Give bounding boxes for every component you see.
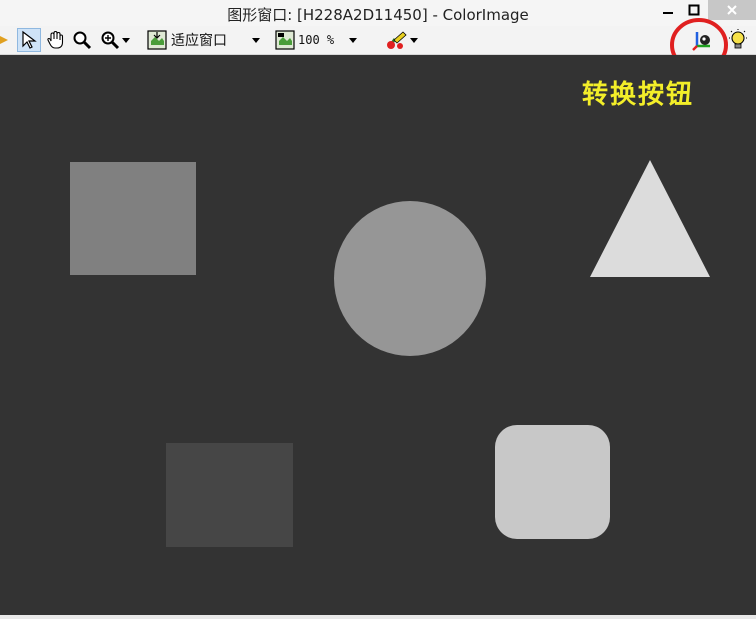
minimize-icon xyxy=(663,12,673,14)
pointer-icon xyxy=(22,30,37,49)
rect-top-left xyxy=(70,162,196,275)
zoom-icon xyxy=(73,31,92,50)
zoom-level-dropdown[interactable]: 100 % xyxy=(274,28,374,52)
status-edge xyxy=(0,615,756,619)
hand-tool-button[interactable] xyxy=(44,28,68,52)
bulb-icon xyxy=(729,29,747,49)
toolbar-item-left-edge[interactable] xyxy=(0,28,10,52)
chevron-down-icon xyxy=(252,38,260,43)
zoom-level-icon xyxy=(275,30,295,50)
triangle-top-right xyxy=(590,160,710,277)
title-bar: 图形窗口: [H228A2D11450] - ColorImage xyxy=(0,0,756,29)
zoom-in-dropdown-button[interactable] xyxy=(96,28,134,52)
circle-center xyxy=(334,201,486,356)
chevron-down-icon xyxy=(122,38,130,43)
maximize-icon xyxy=(688,4,700,16)
close-icon xyxy=(727,5,737,15)
zoom-tool-button[interactable] xyxy=(70,28,94,52)
fit-window-label: 适应窗口 xyxy=(171,33,227,49)
color-tool-dropdown[interactable] xyxy=(380,28,424,52)
chevron-down-icon xyxy=(410,38,418,43)
annotation-label: 转换按钮 xyxy=(582,80,695,110)
fit-window-dropdown[interactable]: 适应窗口 xyxy=(146,28,272,52)
palette-icon xyxy=(387,31,407,49)
zoom-in-icon xyxy=(101,31,120,50)
chevron-down-icon xyxy=(349,38,358,43)
image-canvas[interactable] xyxy=(0,55,756,615)
pointer-edge-icon xyxy=(0,36,8,44)
pointer-tool-button[interactable] xyxy=(17,28,41,52)
fit-icon xyxy=(147,30,167,50)
rect-bottom-left xyxy=(166,443,293,547)
zoom-level-value: 100 % xyxy=(298,33,335,47)
toolbar: 适应窗口 100 % xyxy=(0,26,756,55)
window-title: 图形窗口: [H228A2D11450] - ColorImage xyxy=(227,6,529,24)
hand-icon xyxy=(47,30,64,49)
rounded-square-bottom-right xyxy=(495,425,610,539)
